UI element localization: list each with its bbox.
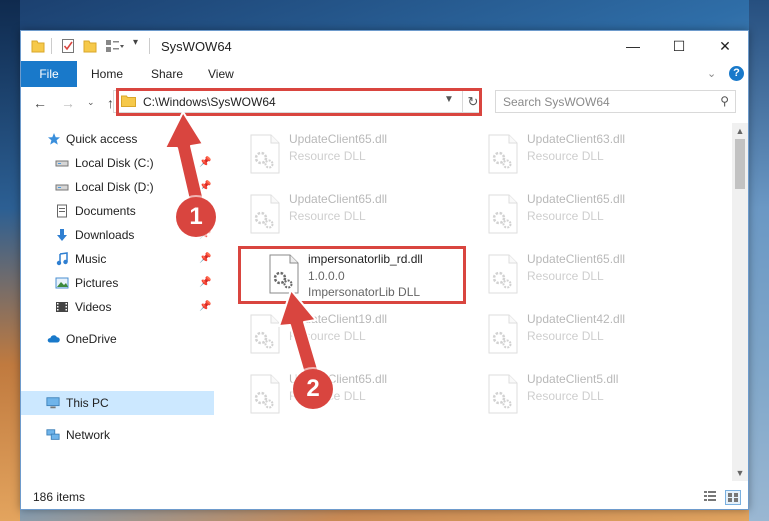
step-1-badge: 1	[176, 197, 216, 237]
arrow-up-icon	[164, 111, 205, 205]
arrow-icons	[164, 111, 321, 381]
step-2-badge: 2	[293, 369, 333, 409]
arrow-file-icon	[278, 289, 321, 381]
